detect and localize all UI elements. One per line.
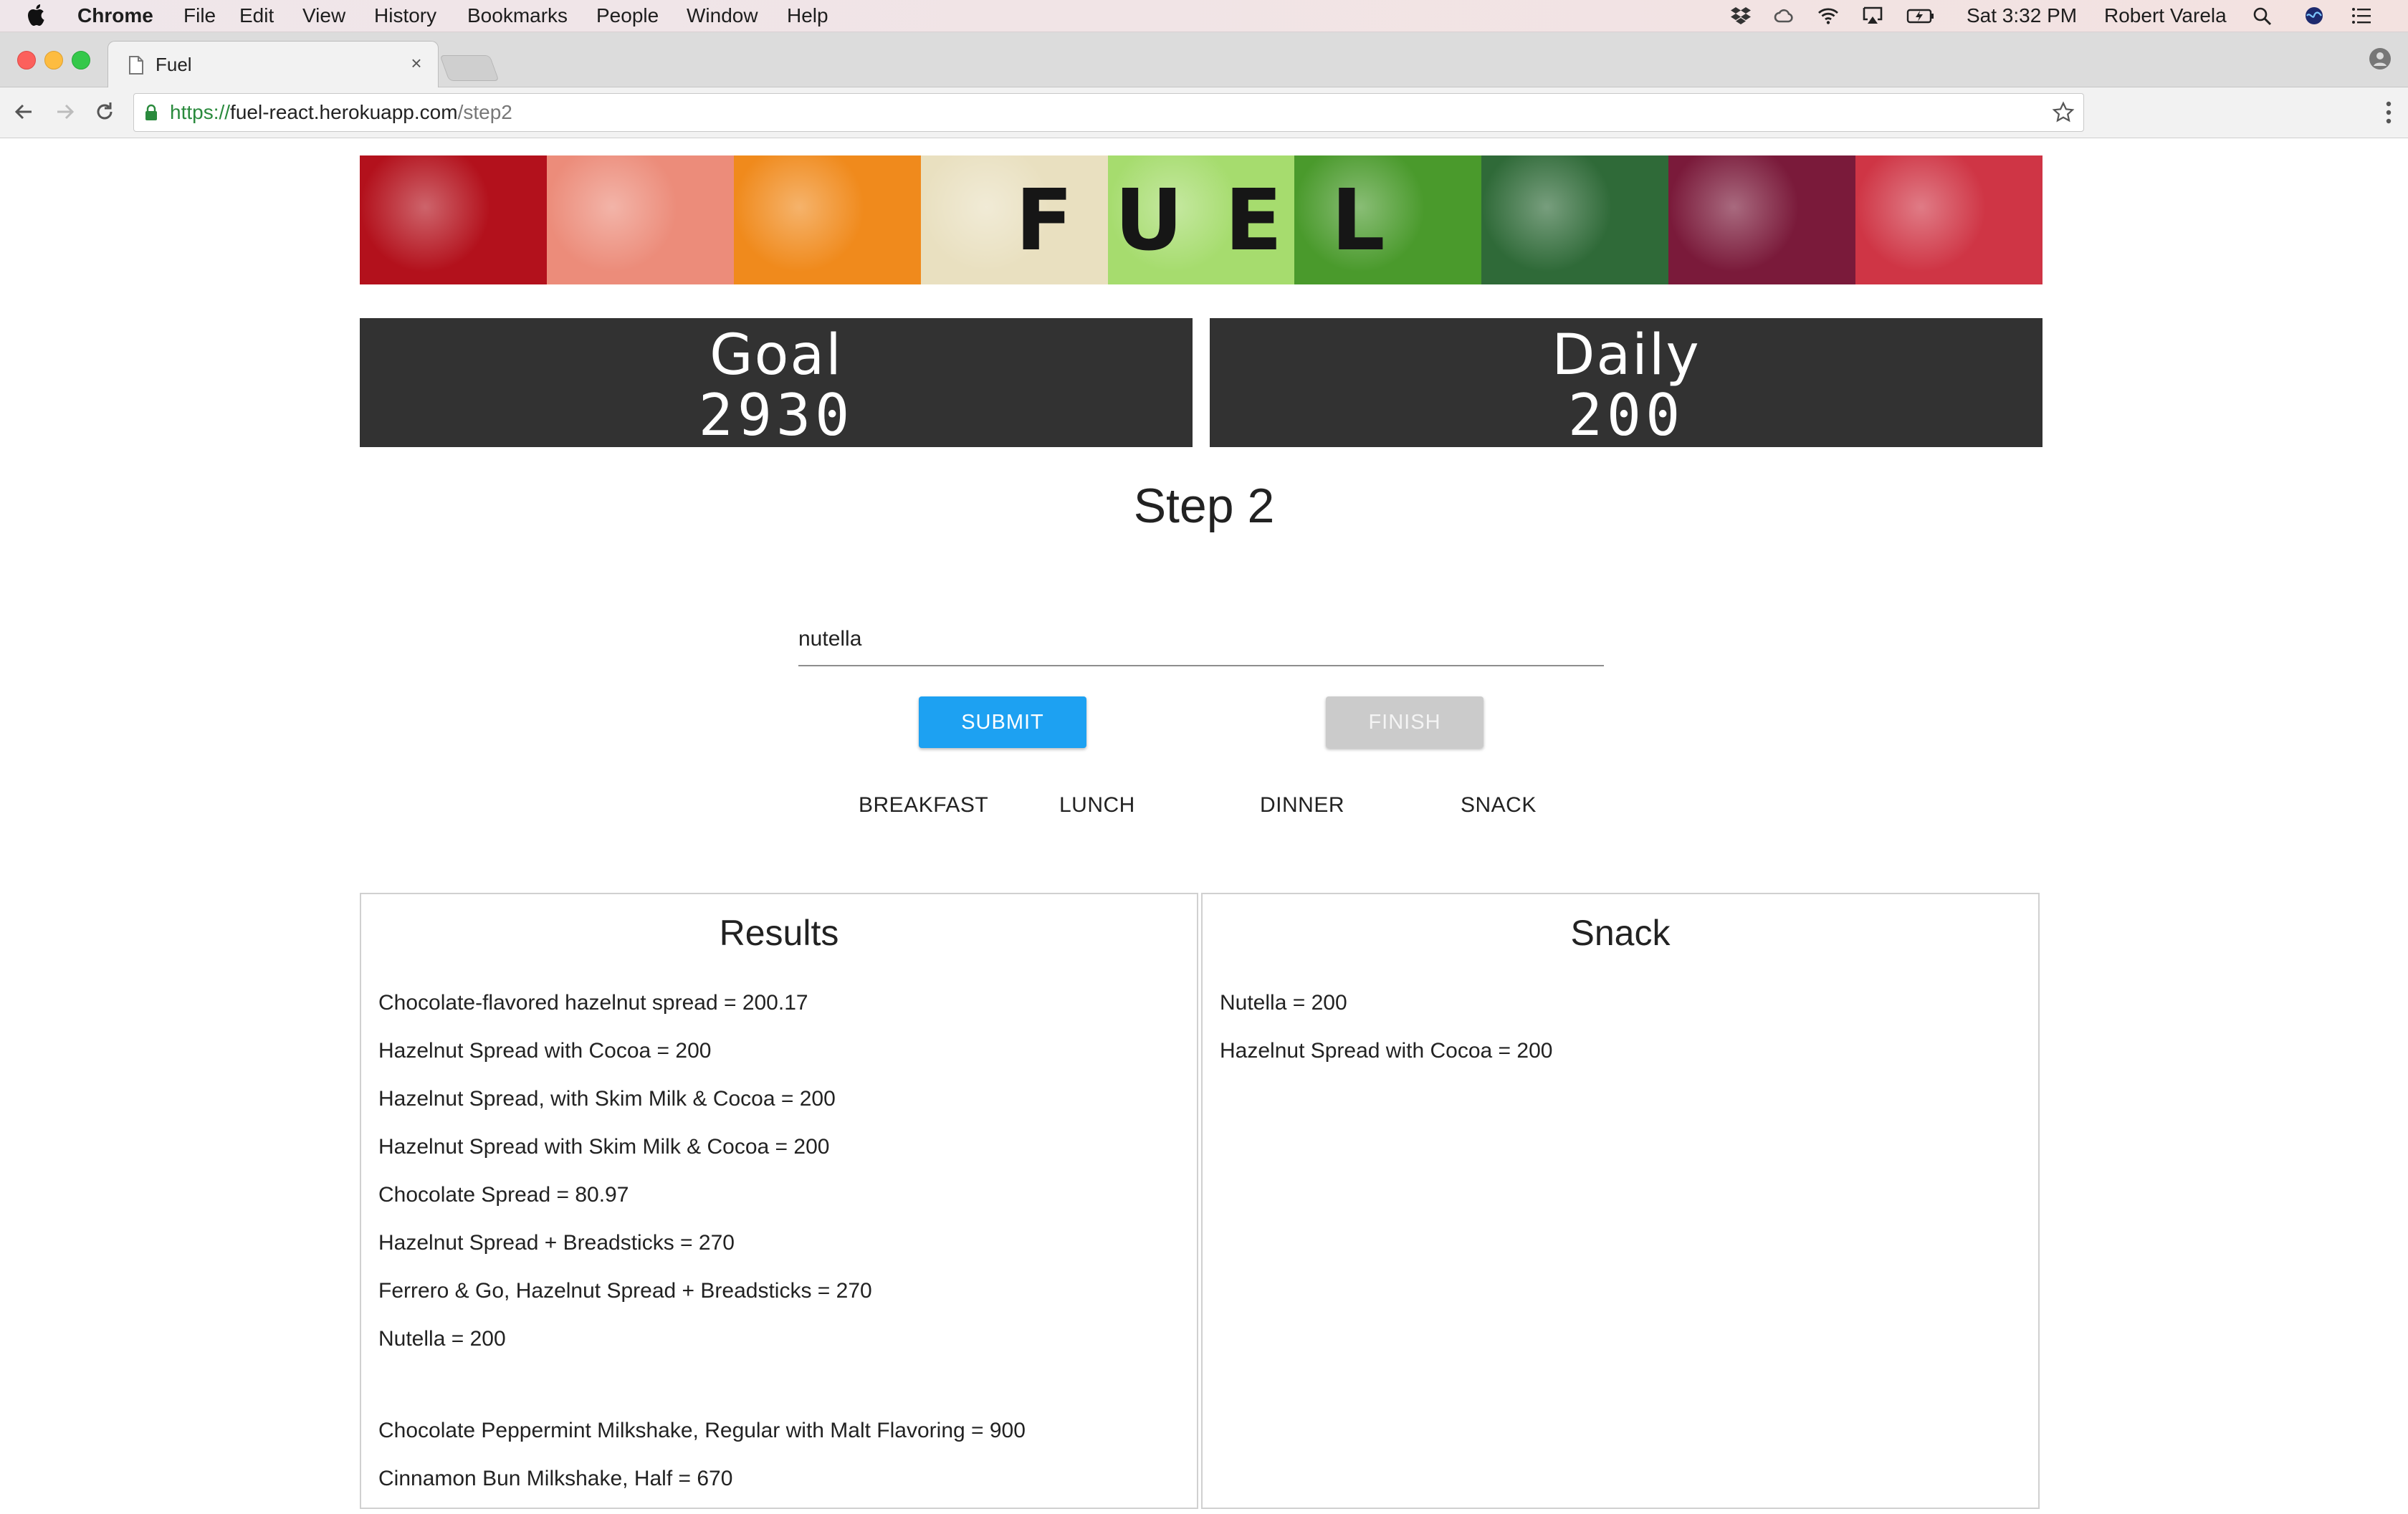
result-item[interactable]: Hazelnut Spread with Cocoa = 200 (378, 1038, 1026, 1086)
menu-app-chrome[interactable]: Chrome (77, 4, 153, 27)
result-item[interactable]: Chocolate Spread = 80.97 (378, 1182, 1026, 1230)
url-text[interactable]: https://fuel-react.herokuapp.com/step2 (170, 101, 512, 124)
goal-label: Goal (710, 323, 843, 388)
result-item[interactable]: Hazelnut Spread with Skim Milk & Cocoa =… (378, 1134, 1026, 1182)
browser-tab-fuel[interactable]: Fuel × (108, 41, 439, 87)
tab-close-icon[interactable]: × (408, 54, 425, 72)
daily-label: Daily (1552, 323, 1701, 388)
apple-logo-icon[interactable] (26, 3, 47, 27)
reload-icon[interactable] (92, 99, 118, 125)
window-minimize-button[interactable] (44, 51, 63, 70)
menu-edit[interactable]: Edit (239, 4, 274, 27)
daily-card: Daily 200 (1210, 318, 2042, 449)
submit-button[interactable]: SUBMIT (919, 696, 1086, 748)
goal-card: Goal 2930 (360, 318, 1193, 449)
banner-letter: F (1015, 171, 1074, 269)
menu-help[interactable]: Help (787, 4, 828, 27)
snack-item[interactable]: Hazelnut Spread with Cocoa = 200 (1220, 1038, 1552, 1086)
snack-item[interactable]: Nutella = 200 (1220, 990, 1552, 1038)
meal-tab-snack[interactable]: SNACK (1461, 791, 1537, 820)
macos-menu-bar: Chrome File Edit View History Bookmarks … (0, 0, 2408, 32)
fuel-logo-banner: F U E L (360, 155, 2042, 284)
url-path: /step2 (457, 101, 512, 123)
result-item[interactable]: Cinnamon Bun Milkshake, Half = 670 (378, 1466, 1026, 1514)
url-host: fuel-react.herokuapp.com (230, 101, 458, 123)
back-arrow-icon[interactable] (11, 99, 37, 125)
new-tab-button[interactable] (439, 55, 500, 81)
menu-view[interactable]: View (302, 4, 345, 27)
snack-panel: Snack Nutella = 200 Hazelnut Spread with… (1201, 893, 2040, 1509)
result-item[interactable]: Hazelnut Spread + Breadsticks = 270 (378, 1230, 1026, 1278)
battery-charging-icon[interactable] (1906, 6, 1935, 26)
url-scheme: https:// (170, 101, 231, 123)
snack-title: Snack (1570, 913, 1671, 953)
menu-people[interactable]: People (596, 4, 659, 27)
spotlight-search-icon[interactable] (2252, 6, 2273, 26)
menubar-clock[interactable]: Sat 3:32 PM (1967, 4, 2077, 27)
daily-value: 200 (1567, 382, 1685, 449)
notification-center-icon[interactable] (2351, 6, 2372, 26)
forward-arrow-icon[interactable] (52, 99, 77, 125)
address-bar[interactable]: https://fuel-react.herokuapp.com/step2 (133, 93, 2084, 132)
chrome-menu-icon[interactable] (2384, 99, 2394, 126)
result-item[interactable]: Ferrero & Go, Hazelnut Spread + Breadsti… (378, 1278, 1026, 1326)
wifi-icon[interactable] (1817, 6, 1839, 26)
menu-file[interactable]: File (183, 4, 216, 27)
results-title: Results (719, 913, 839, 953)
result-item[interactable]: Hazelnut Spread, with Skim Milk & Cocoa … (378, 1086, 1026, 1134)
profile-icon[interactable] (2368, 47, 2392, 71)
menubar-user-name[interactable]: Robert Varela (2104, 4, 2227, 27)
banner-letter: U (1114, 171, 1183, 269)
meal-tab-dinner[interactable]: DINNER (1260, 791, 1344, 820)
food-search-input[interactable] (798, 613, 1604, 666)
page-icon (129, 56, 143, 75)
banner-logo-text: F U E L (360, 155, 2042, 284)
creative-cloud-icon[interactable] (1773, 6, 1795, 26)
banner-letter: E (1224, 171, 1283, 269)
goal-value: 2930 (698, 382, 854, 449)
result-item-blank (378, 1374, 1026, 1418)
finish-button[interactable]: FINISH (1326, 696, 1484, 748)
snack-list: Nutella = 200 Hazelnut Spread with Cocoa… (1220, 990, 1552, 1086)
siri-icon[interactable] (2303, 6, 2325, 26)
banner-letter: L (1331, 171, 1385, 269)
dropbox-icon[interactable] (1730, 6, 1752, 26)
menu-bookmarks[interactable]: Bookmarks (467, 4, 568, 27)
browser-toolbar: https://fuel-react.herokuapp.com/step2 (0, 87, 2408, 138)
results-panel: Results Chocolate-flavored hazelnut spre… (360, 893, 1198, 1509)
menu-history[interactable]: History (374, 4, 436, 27)
window-maximize-button[interactable] (72, 51, 90, 70)
menu-window[interactable]: Window (687, 4, 758, 27)
results-list: Chocolate-flavored hazelnut spread = 200… (378, 990, 1026, 1514)
meal-tab-breakfast[interactable]: BREAKFAST (859, 791, 988, 820)
window-close-button[interactable] (17, 51, 36, 70)
tab-title: Fuel (156, 54, 192, 75)
airplay-icon[interactable] (1862, 6, 1883, 26)
result-item[interactable]: Nutella = 200 (378, 1326, 1026, 1374)
step-title: Step 2 (1133, 479, 1275, 533)
result-item[interactable]: Chocolate Peppermint Milkshake, Regular … (378, 1418, 1026, 1466)
meal-tab-lunch[interactable]: LUNCH (1059, 791, 1135, 820)
bookmark-star-icon[interactable] (2052, 101, 2075, 124)
browser-tab-strip: Fuel × (0, 32, 2408, 87)
result-item[interactable]: Chocolate-flavored hazelnut spread = 200… (378, 990, 1026, 1038)
secure-lock-icon (145, 104, 157, 120)
